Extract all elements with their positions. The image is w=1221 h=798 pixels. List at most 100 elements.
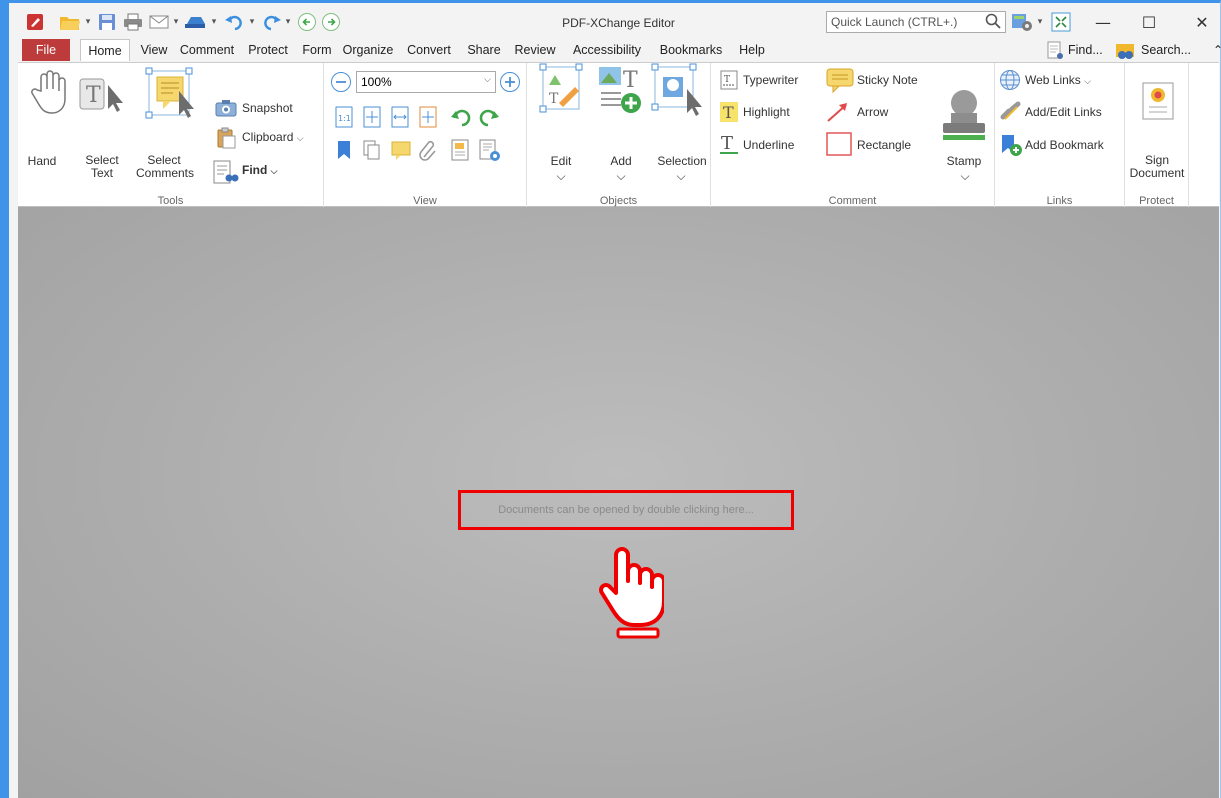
clipboard-button[interactable]: Clipboard ⌵: [242, 130, 304, 144]
arrow-icon[interactable]: [825, 101, 851, 128]
snapshot-button[interactable]: Snapshot: [242, 101, 293, 115]
find-tool-button[interactable]: Find ⌵: [242, 163, 278, 177]
fit-width-icon[interactable]: [390, 106, 410, 133]
chevron-down-icon[interactable]: ⌵: [663, 169, 699, 184]
comments-pane-icon[interactable]: [390, 139, 412, 166]
find-doc-icon[interactable]: [212, 159, 240, 190]
rotate-right-icon[interactable]: [478, 106, 500, 133]
select-comments-label[interactable]: Select Comments: [136, 154, 194, 180]
chevron-down-icon[interactable]: ▾: [284, 12, 292, 32]
edit-objects-icon[interactable]: T: [537, 63, 585, 126]
highlight-button[interactable]: Highlight: [743, 105, 790, 119]
add-objects-icon[interactable]: T: [597, 65, 645, 126]
tab-protect[interactable]: Protect: [240, 39, 296, 61]
select-text-label[interactable]: Select Text: [82, 154, 122, 180]
zoom-out-icon[interactable]: [330, 71, 352, 98]
sign-document-label[interactable]: Sign Document: [1129, 154, 1185, 180]
fullscreen-icon[interactable]: [1050, 12, 1072, 32]
sticky-note-button[interactable]: Sticky Note: [857, 73, 918, 87]
sign-document-icon[interactable]: [1141, 81, 1175, 126]
selection-label[interactable]: Selection: [653, 154, 711, 168]
tab-view[interactable]: View: [136, 39, 172, 61]
chevron-down-icon[interactable]: ▾: [1036, 12, 1044, 32]
forward-icon[interactable]: [320, 12, 342, 32]
chevron-down-icon[interactable]: ⌵: [603, 169, 639, 184]
tab-file[interactable]: File: [22, 39, 70, 61]
globe-icon[interactable]: [999, 69, 1021, 96]
tab-home[interactable]: Home: [80, 39, 130, 61]
app-logo-icon[interactable]: [24, 12, 46, 32]
tab-review[interactable]: Review: [509, 39, 561, 61]
add-objects-label[interactable]: Add: [603, 154, 639, 168]
document-properties-icon[interactable]: [450, 139, 470, 166]
stamp-icon[interactable]: [937, 85, 991, 148]
clipboard-icon[interactable]: [215, 127, 237, 154]
tab-help[interactable]: Help: [732, 39, 772, 61]
highlight-icon[interactable]: T: [719, 101, 739, 128]
select-comments-icon[interactable]: [141, 63, 197, 138]
tab-bookmarks[interactable]: Bookmarks: [652, 39, 730, 61]
collapse-ribbon-icon[interactable]: ⌃: [1211, 39, 1221, 61]
add-bookmark-button[interactable]: Add Bookmark: [1025, 138, 1104, 152]
undo-icon[interactable]: [224, 12, 246, 32]
link-icon[interactable]: [999, 101, 1023, 128]
add-bookmark-icon[interactable]: [999, 133, 1023, 162]
scan-icon[interactable]: [182, 12, 208, 32]
hand-icon[interactable]: [29, 69, 69, 120]
tab-share[interactable]: Share: [462, 39, 506, 61]
edit-objects-label[interactable]: Edit: [543, 154, 579, 168]
snapshot-icon[interactable]: [215, 99, 237, 122]
select-text-icon[interactable]: T: [78, 75, 126, 120]
rectangle-icon[interactable]: [825, 131, 853, 162]
open-document-hint[interactable]: Documents can be opened by double clicki…: [458, 490, 794, 530]
zoom-in-icon[interactable]: [499, 71, 521, 98]
arrow-button[interactable]: Arrow: [857, 105, 888, 119]
tab-form[interactable]: Form: [299, 39, 335, 61]
thumbnails-pane-icon[interactable]: [362, 139, 382, 166]
settings-icon[interactable]: [1009, 12, 1035, 32]
close-button[interactable]: ✕: [1182, 11, 1221, 35]
add-edit-links-button[interactable]: Add/Edit Links: [1025, 105, 1102, 119]
chevron-down-icon[interactable]: ▾: [172, 12, 180, 32]
fit-page-icon[interactable]: [362, 106, 382, 133]
search-button[interactable]: Search...: [1141, 39, 1201, 61]
web-links-button[interactable]: Web Links ⌵: [1025, 73, 1091, 87]
back-icon[interactable]: [296, 12, 318, 32]
redo-icon[interactable]: [260, 12, 282, 32]
tab-accessibility[interactable]: Accessibility: [565, 39, 649, 61]
typewriter-button[interactable]: Typewriter: [743, 73, 798, 87]
tab-convert[interactable]: Convert: [400, 39, 458, 61]
actual-size-icon[interactable]: 1:1: [334, 106, 354, 133]
attachments-pane-icon[interactable]: [418, 139, 438, 166]
find-button[interactable]: Find...: [1068, 39, 1110, 61]
save-icon[interactable]: [96, 12, 118, 32]
stamp-label[interactable]: Stamp: [937, 154, 991, 168]
hand-tool-label[interactable]: Hand: [24, 154, 60, 168]
zoom-level-select[interactable]: 100% ⌵: [356, 71, 496, 93]
minimize-button[interactable]: —: [1083, 11, 1123, 35]
open-folder-icon[interactable]: [58, 12, 82, 32]
rotate-left-icon[interactable]: [450, 106, 472, 133]
chevron-down-icon[interactable]: ▾: [210, 12, 218, 32]
chevron-down-icon[interactable]: ▾: [84, 12, 92, 32]
underline-button[interactable]: Underline: [743, 138, 794, 152]
underline-icon[interactable]: T: [719, 133, 739, 160]
chevron-down-icon[interactable]: ⌵: [947, 169, 983, 184]
fit-visible-icon[interactable]: [418, 106, 438, 133]
print-icon[interactable]: [122, 12, 144, 32]
selection-objects-icon[interactable]: [649, 63, 703, 128]
maximize-button[interactable]: ☐: [1129, 11, 1169, 35]
tab-organize[interactable]: Organize: [338, 39, 398, 61]
search-icon[interactable]: [985, 13, 1001, 29]
tab-comment[interactable]: Comment: [176, 39, 238, 61]
sticky-note-icon[interactable]: [825, 67, 855, 98]
chevron-down-icon[interactable]: ⌵: [543, 169, 579, 184]
typewriter-icon[interactable]: T: [719, 69, 739, 96]
chevron-down-icon[interactable]: ▾: [248, 12, 256, 32]
rectangle-button[interactable]: Rectangle: [857, 138, 911, 152]
bookmarks-pane-icon[interactable]: [334, 139, 354, 166]
page-settings-icon[interactable]: [478, 139, 502, 168]
document-workspace[interactable]: Documents can be opened by double clicki…: [18, 207, 1219, 798]
email-icon[interactable]: [148, 12, 170, 32]
quick-launch-input[interactable]: Quick Launch (CTRL+.): [826, 11, 1006, 33]
